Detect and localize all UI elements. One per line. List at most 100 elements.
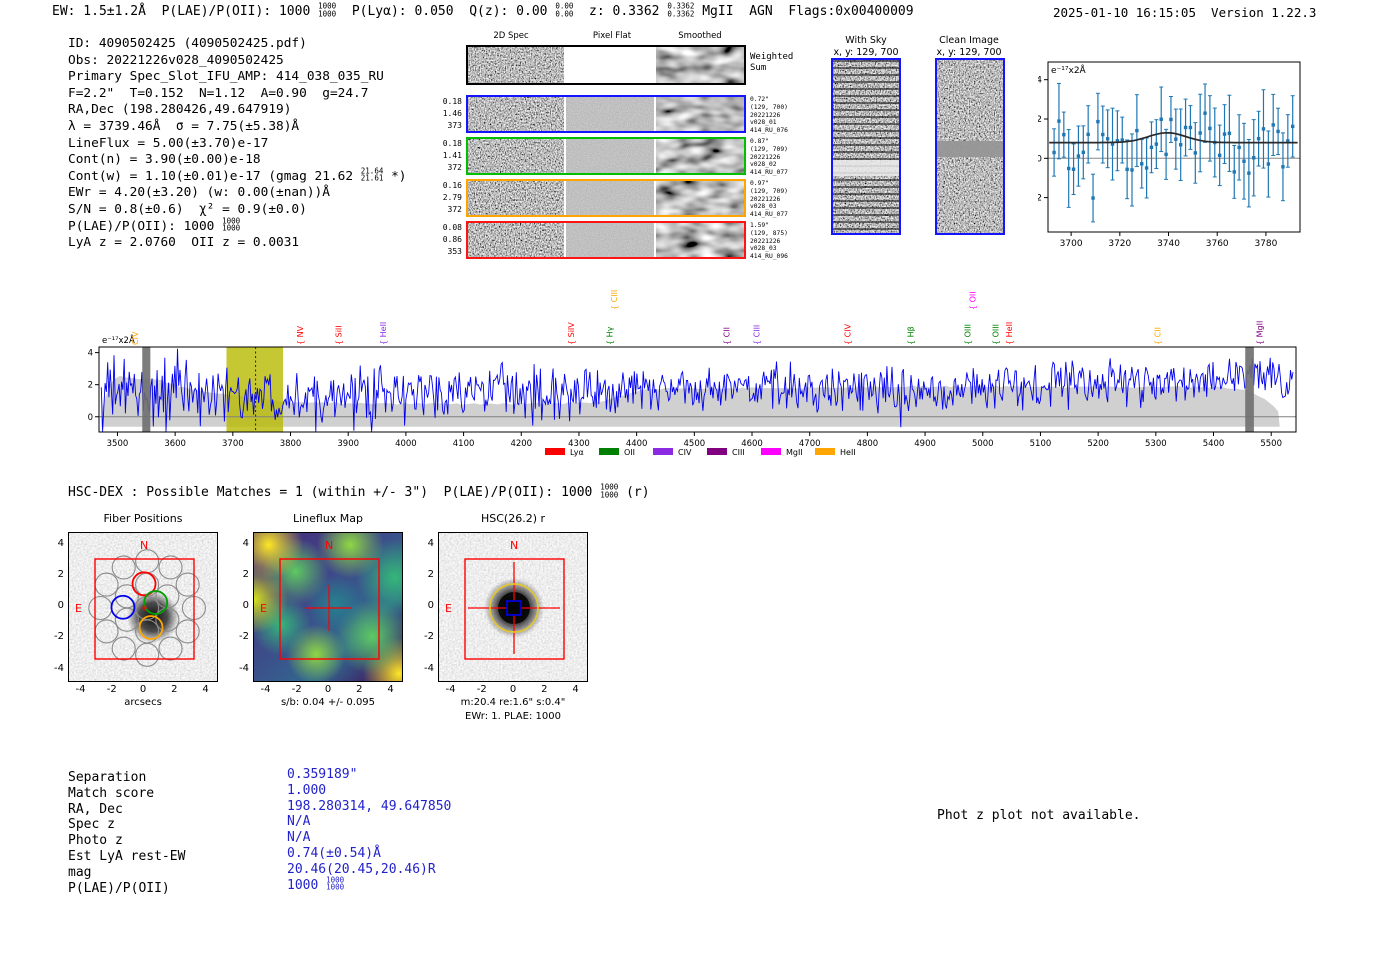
match-row-value: 1000 1000 1000 [287,875,345,893]
cutout-xtick: -2 [476,684,487,695]
compass-east-label: E [75,602,82,615]
spectral-line-label: { Hβ [907,326,916,345]
spec2d-row-annotation: 0.87" (129, 709) 20221226 v028_02 414_RU_077 [750,138,788,177]
match-row-label: Spec z [68,817,115,833]
text-segment: RA,Dec (198.280426,49.647919) [68,102,292,118]
text-segment: Primary Spec_Slot_IFU_AMP: 414_038_035_R… [68,69,384,85]
svg-text:5300: 5300 [1145,439,1167,449]
spec2d-smoothed-image [656,223,744,257]
match-row-value: 1.000 [287,782,327,798]
svg-text:5500: 5500 [1260,439,1282,449]
spectral-line-label: CIV [131,331,140,345]
hsc-dex-header: HSC-DEX : Possible Matches = 1 (within +… [68,483,650,500]
stacked-fraction: 0.00 0.00 [555,1,574,18]
svg-text:5000: 5000 [972,439,994,449]
spec2d-pixelflat-image [566,97,654,131]
text-segment: (r) [618,485,650,500]
spectral-line-label: { MgII [1256,321,1265,345]
info-line: F=2.2" T=0.152 N=1.12 A=0.90 g=24.7 [68,86,406,103]
cutout-xlabel2: EWr: 1. PLAE: 1000 [465,711,561,722]
spec2d-pixelflat-image [566,139,654,173]
spec2d-smoothed-image [656,97,744,131]
info-line: λ = 3739.46Å σ = 7.75(±5.38)Å [68,119,406,136]
cutout-xtick: 2 [541,684,548,695]
cutout-ytick: -2 [54,631,64,643]
spectral-line-label: { Hγ [606,326,615,345]
spec2d-row-left-values: 0.18 1.46 373 [442,97,462,130]
text-segment: Cont(w) = 1.10(±0.01)e-17 (gmag 21.62 [68,168,361,184]
spec2d-row-left-values: 0.16 2.79 372 [442,181,462,214]
spectral-line-label: { SiIV [567,322,576,345]
spec2d-row [466,45,746,85]
match-row-label: P(LAE)/P(OII) [68,880,170,896]
cutout-ytick: 0 [57,600,64,611]
spectral-line-label: { OII [968,291,977,310]
svg-text:3800: 3800 [280,439,302,449]
text-segment: P(Lyα): 0.050 Q(z): 0.00 [336,4,556,19]
spec2d-row [466,221,746,259]
spec2d-pixelflat-image [566,223,654,257]
compass-east-label: E [260,602,267,615]
svg-text:3720: 3720 [1108,239,1131,249]
info-line: LyA z = 2.0760 OII z = 0.0031 [68,235,406,252]
match-row-label: mag [68,864,92,880]
compass-north-label: N [140,539,148,552]
cutout-xtick: 0 [324,684,332,695]
svg-text:HeII: HeII [840,448,856,457]
cutout-ytick: 0 [427,600,434,611]
match-row-label: Separation [68,770,147,785]
spectral-line-label: { OIII [992,324,1001,345]
text-segment: LyA z = 2.0760 OII z = 0.0031 [68,235,300,251]
cutout-ytick: -2 [239,631,249,643]
spectral-line-label: { OIII [963,324,972,345]
svg-text:CIV: CIV [678,448,692,457]
stacked-fraction: 1000 1000 [318,1,337,18]
info-line: Primary Spec_Slot_IFU_AMP: 414_038_035_R… [68,69,406,86]
text-segment: z: 0.3362 [573,4,668,19]
svg-text:MgII: MgII [786,448,803,457]
svg-text:e⁻¹⁷x2Å: e⁻¹⁷x2Å [1051,64,1087,76]
text-segment: P(LAE)/P(OII): 1000 [68,218,223,234]
clean-title: Clean Image x, y: 129, 700 [936,35,1002,58]
cutout-image-1: NE [253,532,403,682]
text-segment: MgII AGN Flags:0x00400009 [694,4,914,19]
svg-text:2: 2 [88,381,93,391]
with_sky-title: With Sky x, y: 129, 700 [833,35,899,58]
cutout-xtick: 0 [509,684,517,695]
svg-text:4200: 4200 [510,439,532,449]
svg-text:3500: 3500 [107,439,129,449]
spec2d-pixelflat-image [566,47,654,83]
cutout-ytick: 4 [242,537,249,549]
text-segment: EWr = 4.20(±3.20) (w: 0.00(±nan))Å [68,185,330,201]
svg-text:0: 0 [88,413,93,423]
info-line: LineFlux = 5.00(±3.70)e-17 [68,136,406,153]
match-row-value: 0.359189" [287,767,358,782]
cutout-xtick: -2 [106,684,117,695]
text-segment: EW: 1.5±1.2Å P(LAE)/P(OII): 1000 [52,4,319,19]
svg-text:3760: 3760 [1206,239,1229,249]
spec2d-smoothed-image [656,139,744,173]
cutout-title: HSC(26.2) r [480,512,546,525]
svg-text:5200: 5200 [1087,439,1109,449]
spec2d-smoothed-image [656,181,744,215]
svg-text:3600: 3600 [164,439,186,449]
spectral-line-label: { HeII [379,322,388,345]
spec2d-row [466,179,746,217]
text-segment: Cont(n) = 3.90(±0.00)e-18 [68,152,261,168]
spec2d-2dspec-image [468,47,564,83]
cutout-title: Fiber Positions [103,512,183,525]
cutout-xtick: 2 [356,684,363,695]
header-timestamp-version: 2025-01-10 16:15:05 Version 1.22.3 [1053,5,1317,20]
spec2d-row-annotation: 0.97" (129, 709) 20221226 v028_03 414_RU_077 [750,180,788,219]
stacked-fraction: 1000 1000 [222,216,241,233]
cutout-xtick: 4 [572,684,579,695]
cutout-ytick: 2 [242,568,249,580]
masked-band [937,141,1003,157]
svg-text:0: 0 [1038,154,1042,164]
match-row-label: Match score [68,785,155,801]
svg-text:-2: -2 [1038,194,1042,204]
spectral-line-label: { HeII [1005,322,1014,345]
line-fit-zoom-chart: 3700 3720 3740 3760 3780 -2 0 2 4 e⁻¹⁷x2Å [1038,61,1301,249]
cutout-xtick: -4 [260,684,271,695]
info-line: P(LAE)/P(OII): 1000 1000 1000 [68,216,406,236]
